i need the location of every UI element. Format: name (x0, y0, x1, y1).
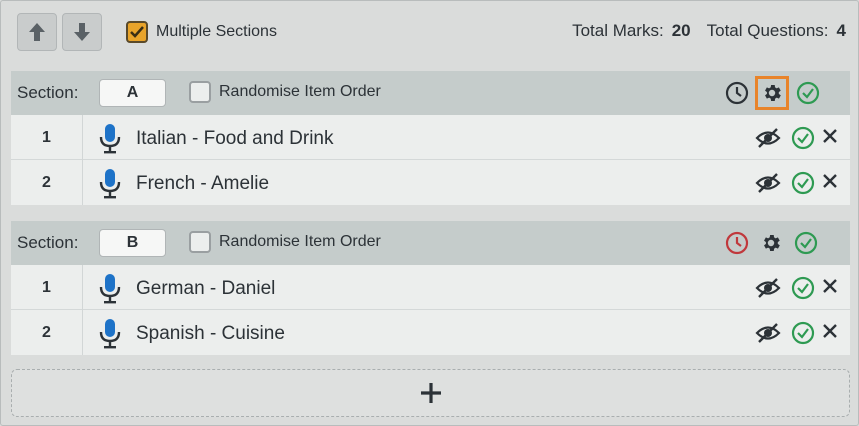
check-circle-icon[interactable] (791, 126, 815, 150)
section-b: Section: B Randomise Item Order 1 German… (11, 221, 850, 355)
eye-slash-icon[interactable] (755, 322, 781, 344)
microphone-icon (99, 319, 121, 349)
randomise-checkbox[interactable] (189, 231, 211, 253)
clock-icon (725, 81, 749, 105)
total-marks-value: 20 (671, 21, 691, 40)
check-circle-icon[interactable] (791, 171, 815, 195)
totals: Total Marks: 20 Total Questions: 4 (572, 21, 846, 41)
total-marks-label: Total Marks: (572, 21, 664, 40)
timer-button[interactable] (724, 80, 750, 106)
clock-icon (725, 231, 749, 255)
randomise-toggle[interactable]: Randomise Item Order (189, 81, 381, 103)
check-circle-icon (796, 81, 820, 105)
item-row[interactable]: 2 French - Amelie (11, 160, 850, 205)
item-title: French - Amelie (136, 173, 270, 194)
item-title: Spanish - Cuisine (136, 323, 285, 344)
question-builder: Multiple Sections Total Marks: 20 Total Qu… (0, 0, 859, 426)
item-row[interactable]: 2 Spanish - Cuisine (11, 310, 850, 355)
close-icon[interactable] (821, 322, 839, 340)
arrow-up-icon (29, 23, 45, 41)
microphone-icon (99, 124, 121, 154)
microphone-icon (99, 169, 121, 199)
plus-icon (420, 383, 441, 403)
item-number: 2 (11, 160, 83, 205)
section-confirm-button[interactable] (793, 230, 819, 256)
timer-button[interactable] (724, 230, 750, 256)
move-up-button[interactable] (17, 13, 57, 51)
section-letter-input[interactable]: A (99, 79, 166, 107)
item-number: 1 (11, 265, 83, 310)
close-icon[interactable] (821, 277, 839, 295)
randomise-label: Randomise Item Order (219, 83, 381, 100)
item-number: 2 (11, 310, 83, 355)
item-row[interactable]: 1 German - Daniel (11, 265, 850, 310)
check-circle-icon[interactable] (791, 276, 815, 300)
arrow-down-icon (74, 23, 90, 41)
item-title: Italian - Food and Drink (136, 128, 334, 149)
eye-slash-icon[interactable] (755, 127, 781, 149)
check-circle-icon (794, 231, 818, 255)
check-circle-icon[interactable] (791, 321, 815, 345)
add-section-button[interactable] (11, 369, 850, 417)
item-number: 1 (11, 115, 83, 160)
section-settings-button[interactable] (758, 230, 784, 256)
eye-slash-icon[interactable] (755, 172, 781, 194)
gear-icon (765, 85, 781, 101)
microphone-icon (99, 274, 121, 304)
close-icon[interactable] (821, 172, 839, 190)
toolbar: Multiple Sections Total Marks: 20 Total Qu… (1, 1, 858, 63)
randomise-toggle[interactable]: Randomise Item Order (189, 231, 381, 253)
section-label: Section: (17, 83, 79, 102)
checkmark-icon (130, 26, 144, 38)
section-a: Section: A Randomise Item Order 1 Italia… (11, 71, 850, 205)
gear-icon (764, 235, 780, 251)
section-settings-button[interactable] (755, 76, 789, 110)
total-questions-value: 4 (836, 21, 846, 40)
item-row[interactable]: 1 Italian - Food and Drink (11, 115, 850, 160)
section-header: Section: A Randomise Item Order (11, 71, 850, 115)
randomise-label: Randomise Item Order (219, 233, 381, 250)
section-header: Section: B Randomise Item Order (11, 221, 850, 265)
randomise-checkbox[interactable] (189, 81, 211, 103)
section-confirm-button[interactable] (795, 80, 821, 106)
multiple-sections-checkbox[interactable] (126, 21, 148, 43)
section-label: Section: (17, 233, 79, 252)
total-questions-label: Total Questions: (706, 21, 829, 40)
eye-slash-icon[interactable] (755, 277, 781, 299)
move-down-button[interactable] (62, 13, 102, 51)
multiple-sections-label: Multiple Sections (156, 23, 277, 40)
multiple-sections-toggle[interactable]: Multiple Sections (126, 21, 277, 43)
section-letter-input[interactable]: B (99, 229, 166, 257)
close-icon[interactable] (821, 127, 839, 145)
item-title: German - Daniel (136, 278, 276, 299)
